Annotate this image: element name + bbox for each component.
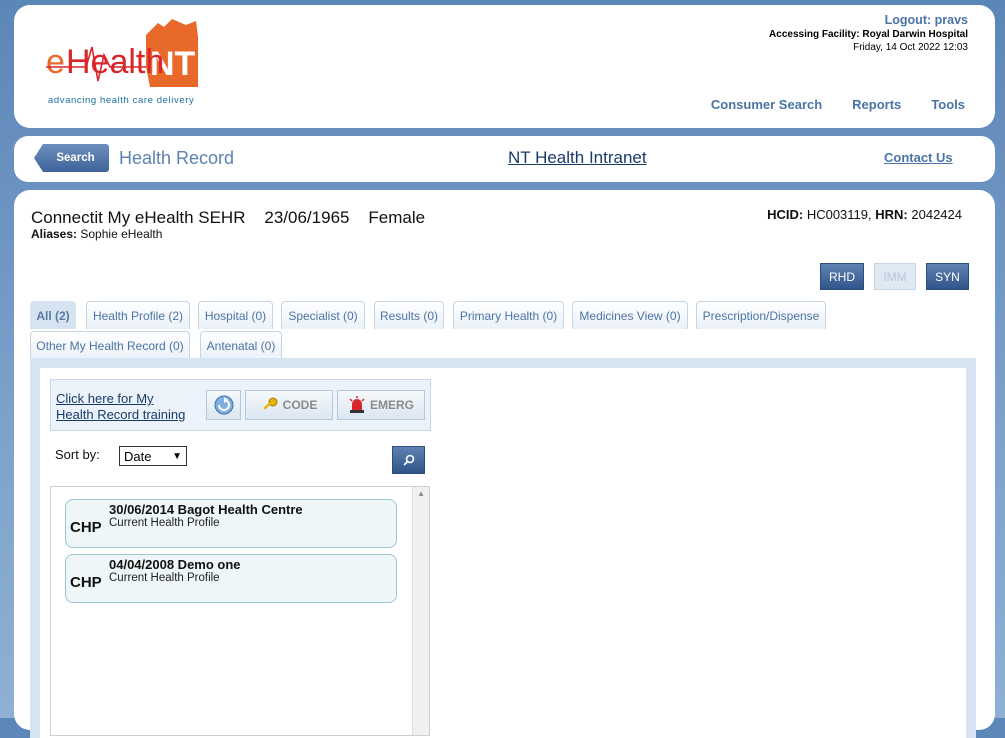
record-list[interactable]: CHP 30/06/2014 Bagot Health Centre Curre…: [50, 486, 430, 736]
training-line-2: Health Record training: [56, 407, 186, 422]
record-subtitle: Current Health Profile: [109, 517, 220, 529]
nt-health-intranet-link[interactable]: NT Health Intranet: [508, 148, 647, 168]
patient-sex: Female: [368, 208, 426, 227]
logout-user: pravs: [934, 13, 968, 27]
rhd-button[interactable]: RHD: [820, 263, 864, 290]
current-datetime: Friday, 14 Oct 2022 12:03: [853, 42, 968, 53]
session-info: Logout: pravs Accessing Facility: Royal …: [769, 13, 968, 53]
logo-graphic: NT e Health: [46, 19, 198, 87]
emerg-label: EMERG: [369, 398, 414, 412]
training-line-1: Click here for My: [56, 391, 154, 406]
code-label: CODE: [282, 398, 318, 412]
record-title: 04/04/2008 Demo one: [109, 557, 241, 572]
imm-button[interactable]: IMM: [874, 263, 916, 290]
hrn-label: HRN:: [875, 207, 908, 222]
tab-results[interactable]: Results (0): [374, 301, 444, 329]
patient-identifiers: HCID: HC003119, HRN: 2042424: [767, 207, 962, 222]
svg-text:Health: Health: [66, 43, 164, 81]
refresh-icon: [214, 395, 233, 415]
code-button[interactable]: CODE: [245, 390, 333, 420]
tab-prescription-dispense[interactable]: Prescription/Dispense: [696, 301, 826, 329]
chevron-down-icon: ▼: [172, 451, 182, 462]
hrn-value: 2042424: [911, 207, 962, 222]
record-title: 30/06/2014 Bagot Health Centre: [109, 502, 303, 517]
logout-link[interactable]: Logout: pravs: [769, 13, 968, 27]
list-scrollbar[interactable]: ▲: [412, 487, 429, 735]
hcid-label: HCID:: [767, 207, 804, 222]
tool-row: Click here for My Health Record training: [50, 379, 431, 431]
main-panel: Connectit My eHealth SEHR 23/06/1965 Fem…: [14, 190, 995, 738]
facility-value: Royal Darwin Hospital: [862, 29, 968, 40]
tab-medicines-view[interactable]: Medicines View (0): [572, 301, 688, 329]
accessing-facility: Accessing Facility: Royal Darwin Hospita…: [769, 29, 968, 40]
facility-label: Accessing Facility:: [769, 29, 860, 40]
search-records-button[interactable]: [392, 446, 425, 474]
hcid-value: HC003119: [806, 207, 869, 222]
tab-specialist[interactable]: Specialist (0): [281, 301, 365, 329]
record-subtitle: Current Health Profile: [109, 572, 220, 584]
svg-text:e: e: [46, 43, 65, 81]
training-link[interactable]: Click here for My Health Record training: [56, 391, 185, 423]
top-navigation: Consumer Search Reports Tools: [711, 97, 965, 112]
sort-label: Sort by:: [55, 447, 100, 462]
list-item[interactable]: CHP 04/04/2008 Demo one Current Health P…: [65, 554, 397, 603]
patient-aliases: Aliases: Sophie eHealth: [31, 227, 162, 241]
aliases-label: Aliases:: [31, 227, 78, 241]
refresh-button[interactable]: [206, 390, 241, 420]
tab-antenatal[interactable]: Antenatal (0): [200, 331, 282, 359]
nav-reports[interactable]: Reports: [852, 97, 901, 112]
record-type-tag: CHP: [70, 574, 102, 591]
nav-consumer-search[interactable]: Consumer Search: [711, 97, 822, 112]
patient-dob: 23/06/1965: [264, 208, 350, 227]
scroll-up-arrow-icon[interactable]: ▲: [417, 489, 425, 498]
contact-us-link[interactable]: Contact Us: [884, 150, 953, 165]
header-panel: NT e Health advancing health care delive…: [14, 5, 995, 128]
siren-icon: [349, 396, 365, 413]
logo-tagline: advancing health care delivery: [48, 95, 195, 106]
tab-hospital[interactable]: Hospital (0): [198, 301, 273, 329]
patient-summary: Connectit My eHealth SEHR 23/06/1965 Fem…: [31, 208, 425, 228]
sort-select[interactable]: Date ▼: [119, 446, 187, 466]
emergency-button[interactable]: EMERG: [337, 390, 425, 420]
aliases-value: Sophie eHealth: [80, 227, 163, 241]
tab-other-my-health-record[interactable]: Other My Health Record (0): [30, 331, 190, 359]
tab-all[interactable]: All (2): [30, 301, 76, 329]
page-title: Health Record: [119, 148, 235, 168]
tab-content: Click here for My Health Record training: [40, 368, 966, 738]
logout-label: Logout:: [884, 13, 932, 27]
record-type-tag: CHP: [70, 519, 102, 536]
magnifier-icon: [402, 454, 414, 466]
tab-content-frame: Click here for My Health Record training: [30, 358, 976, 738]
tab-primary-health[interactable]: Primary Health (0): [453, 301, 564, 329]
list-item[interactable]: CHP 30/06/2014 Bagot Health Centre Curre…: [65, 499, 397, 548]
nav-tools[interactable]: Tools: [931, 97, 965, 112]
sort-selected-value: Date: [124, 448, 152, 464]
key-icon: [262, 397, 278, 410]
ehealth-nt-logo[interactable]: NT e Health advancing health care delive…: [46, 17, 206, 113]
back-to-search-button[interactable]: Search: [34, 144, 109, 172]
patient-name: Connectit My eHealth SEHR: [31, 208, 246, 227]
nav-bar: Search Health Record NT Health Intranet …: [14, 136, 995, 182]
syn-button[interactable]: SYN: [926, 263, 969, 290]
tab-health-profile[interactable]: Health Profile (2): [86, 301, 190, 329]
